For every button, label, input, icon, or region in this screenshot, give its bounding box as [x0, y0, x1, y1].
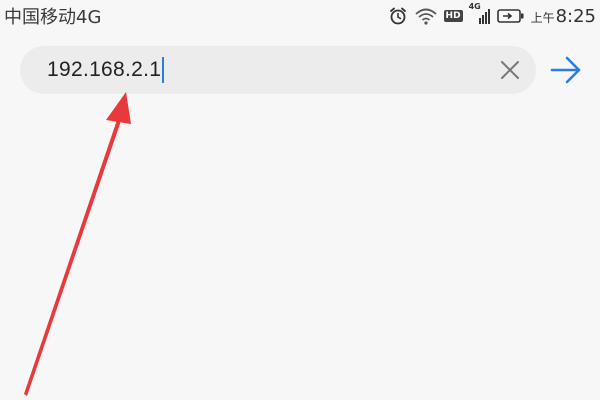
- clock-time: 8:25: [555, 5, 596, 27]
- carrier-name: 中国移动4G: [4, 7, 102, 28]
- text-cursor: [162, 57, 165, 83]
- go-button[interactable]: [548, 54, 584, 86]
- arrow-right-icon: [550, 56, 581, 84]
- status-icons: HD 4G 上午 8:25: [388, 2, 600, 27]
- network-type-label: 4G: [468, 2, 481, 11]
- battery-charging-icon: [496, 8, 525, 24]
- url-input[interactable]: 192.168.2.1: [20, 46, 536, 94]
- wifi-icon: [414, 6, 438, 26]
- close-icon: [501, 61, 519, 79]
- address-bar: 192.168.2.1: [0, 44, 600, 96]
- clock-ampm: 上午: [530, 10, 555, 25]
- signal-icon: 4G: [469, 2, 491, 26]
- url-text[interactable]: 192.168.2.1: [47, 58, 161, 82]
- clock: 上午 8:25: [531, 6, 596, 27]
- hd-badge: HD: [443, 10, 463, 22]
- status-bar: 中国移动4G HD 4G 上午 8:25: [0, 0, 600, 32]
- clear-button[interactable]: [498, 58, 522, 82]
- alarm-icon: [388, 6, 408, 26]
- browser-screen: 中国移动4G HD 4G 上午 8:25 192.168.2.1: [0, 0, 600, 400]
